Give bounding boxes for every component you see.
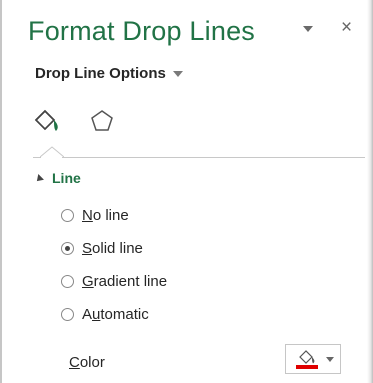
divider [62, 157, 365, 158]
chevron-down-icon[interactable] [303, 26, 313, 32]
radio-solid-line[interactable]: Solid line [61, 240, 143, 257]
radio-button[interactable] [61, 275, 74, 288]
radio-gradient-line[interactable]: Gradient line [61, 273, 167, 290]
color-swatch [296, 365, 318, 369]
paint-bucket-icon [299, 350, 315, 364]
radio-label: Gradient line [82, 273, 168, 290]
close-icon[interactable]: × [341, 18, 352, 38]
radio-automatic[interactable]: Automatic [61, 306, 149, 323]
collapse-arrow-icon [34, 174, 44, 184]
chevron-down-icon [326, 357, 334, 362]
options-label: Drop Line Options [35, 65, 166, 82]
radio-label: Solid line [82, 240, 143, 257]
format-pane: Format Drop Lines × Drop Line Options Li… [0, 0, 373, 383]
pane-title: Format Drop Lines [28, 16, 255, 46]
radio-no-line[interactable]: No line [61, 207, 129, 224]
color-picker-button[interactable] [285, 344, 341, 374]
color-label: Color [69, 354, 105, 371]
radio-button[interactable] [61, 242, 74, 255]
paint-bucket-icon [34, 109, 58, 131]
radio-label: Automatic [82, 306, 149, 323]
chevron-down-icon [172, 70, 183, 77]
pentagon-icon [91, 110, 113, 131]
radio-button[interactable] [61, 308, 74, 321]
options-dropdown[interactable]: Drop Line Options [35, 65, 183, 82]
tab-indicator [40, 146, 64, 158]
tab-fill-line[interactable] [32, 106, 62, 136]
radio-button[interactable] [61, 209, 74, 222]
line-section-header[interactable]: Line [34, 170, 81, 186]
radio-label: No line [82, 207, 129, 224]
tab-effects[interactable] [87, 106, 117, 136]
section-label: Line [52, 170, 81, 186]
